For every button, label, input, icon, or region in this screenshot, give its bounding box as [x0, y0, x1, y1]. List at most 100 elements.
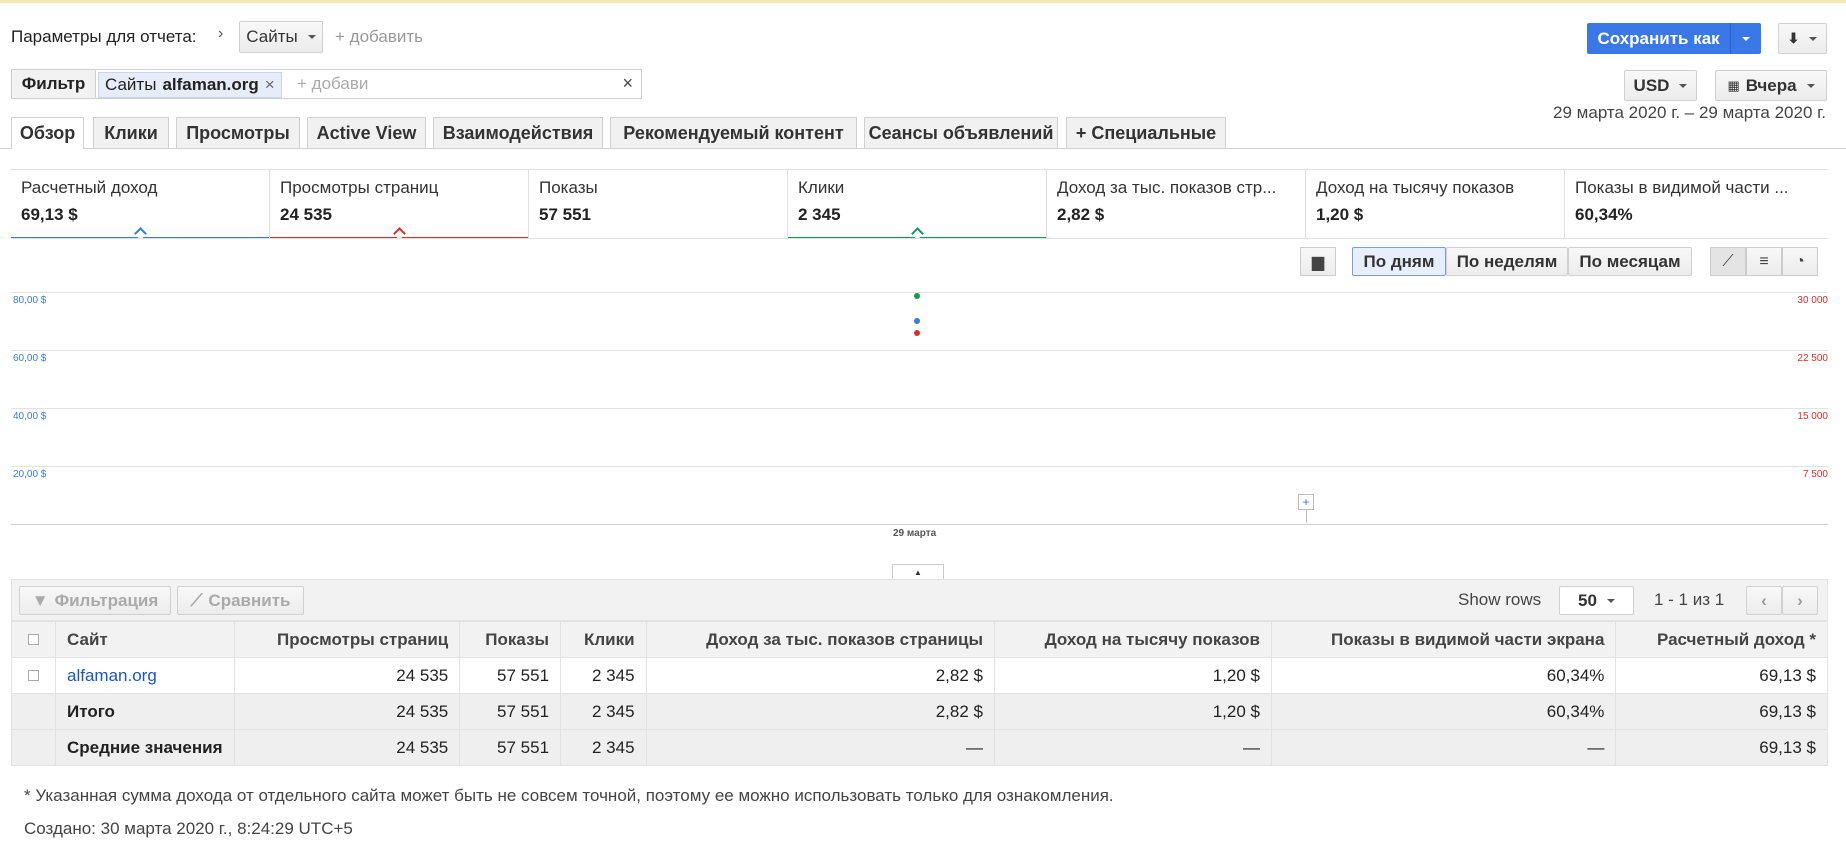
metric-card-viewability[interactable]: Показы в видимой части ... 60,34%	[1565, 169, 1828, 239]
select-all-checkbox[interactable]	[28, 633, 39, 645]
collapse-chart-handle[interactable]: ▲	[892, 564, 944, 579]
top-accent-line	[0, 0, 1846, 3]
site-cell: alfaman.org	[55, 657, 235, 694]
tab-overview[interactable]: Обзор	[11, 117, 84, 149]
table-cell: —	[645, 729, 995, 766]
tab-active-view[interactable]: Active View	[307, 117, 426, 148]
col-header-revenue[interactable]: Расчетный доход *	[1615, 621, 1828, 658]
next-page-button[interactable]: ›	[1782, 586, 1818, 615]
chevron-down-icon	[1679, 83, 1688, 88]
table-cell: 2 345	[560, 729, 647, 766]
save-as-menu-button[interactable]	[1730, 23, 1761, 54]
footnote: * Указанная сумма дохода от отдельного с…	[24, 786, 1114, 805]
table-cell: 57 551	[459, 729, 562, 766]
table-cell: 24 535	[233, 693, 461, 730]
by-day-button[interactable]: По дням	[1352, 247, 1446, 276]
table-cell: 24 535	[233, 657, 461, 694]
data-point-clicks	[914, 293, 920, 299]
granularity-toggle[interactable]: По дням По неделям По месяцам	[1352, 247, 1692, 276]
metric-title: Показы	[539, 178, 598, 197]
chevron-right-icon: ›	[218, 25, 224, 42]
gridline	[11, 466, 1828, 467]
metric-card-pageviews[interactable]: Просмотры страниц 24 535	[270, 169, 529, 240]
table-total-row: Итого 24 535 57 551 2 345 2,82 $ 1,20 $ …	[11, 693, 1828, 730]
metric-value: 2,82 $	[1057, 205, 1105, 224]
tab-interactions[interactable]: Взаимодействия	[433, 117, 603, 148]
tab-custom[interactable]: + Специальные	[1066, 117, 1226, 148]
download-button[interactable]: ⬇	[1778, 23, 1827, 54]
created-timestamp: Создано: 30 марта 2020 г., 8:24:29 UTC+5	[24, 819, 353, 838]
row-select-cell[interactable]	[11, 657, 56, 694]
funnel-icon: ▼	[31, 590, 49, 610]
metric-card-page-rpm[interactable]: Доход за тыс. показов стр... 2,82 $	[1047, 169, 1306, 239]
bar-chart-icon[interactable]: ≡	[1746, 247, 1782, 276]
report-table: Сайт Просмотры страниц Показы Клики Дохо…	[11, 621, 1828, 766]
add-dimension-link[interactable]: + добавить	[335, 27, 423, 47]
left-axis-tick: 60,00 $	[13, 353, 47, 364]
select-all-cell[interactable]	[11, 621, 56, 658]
table-cell: 2,82 $	[645, 693, 995, 730]
table-cell: 57 551	[459, 693, 562, 730]
pie-chart-icon[interactable]: ◔	[1782, 247, 1818, 276]
compare-button[interactable]: ⟋ Сравнить	[177, 586, 304, 615]
by-month-button[interactable]: По месяцам	[1568, 247, 1692, 276]
chevron-down-icon	[1809, 36, 1818, 41]
tab-clicks[interactable]: Клики	[93, 117, 169, 148]
calendar-icon: ▦	[1727, 77, 1740, 93]
annotation-icon[interactable]: ▆	[1300, 247, 1336, 276]
col-header-site[interactable]: Сайт	[55, 621, 235, 658]
table-header-row: Сайт Просмотры страниц Показы Клики Дохо…	[11, 621, 1828, 658]
save-as-button[interactable]: Сохранить как	[1587, 23, 1730, 54]
by-week-button[interactable]: По неделям	[1446, 247, 1568, 276]
empty-cell	[11, 693, 56, 730]
col-header-viewability[interactable]: Показы в видимой части экрана	[1270, 621, 1617, 658]
tabs-baseline	[0, 148, 1846, 149]
filter-chip[interactable]: Сайты alfaman.org ×	[98, 72, 282, 98]
save-as-button-group[interactable]: Сохранить как	[1587, 23, 1761, 54]
currency-dropdown[interactable]: USD	[1624, 70, 1697, 101]
tab-views[interactable]: Просмотры	[176, 117, 300, 148]
site-link[interactable]: alfaman.org	[67, 666, 157, 685]
add-annotation-icon[interactable]: +	[1298, 494, 1314, 510]
row-checkbox[interactable]	[28, 669, 39, 681]
right-axis-tick: 7 500	[1802, 469, 1828, 480]
clear-filter-icon[interactable]: ×	[622, 73, 633, 94]
right-axis-tick: 30 000	[1797, 295, 1828, 306]
table-cell: 69,13 $	[1615, 657, 1828, 694]
table-cell: 1,20 $	[993, 693, 1272, 730]
empty-cell	[11, 729, 56, 766]
filter-rows-button[interactable]: ▼ Фильтрация	[19, 586, 171, 615]
table-cell: 1,20 $	[993, 657, 1272, 694]
x-axis-label: 29 марта	[893, 528, 937, 539]
table-cell: 2,82 $	[645, 657, 995, 694]
params-label: Параметры для отчета:	[11, 27, 197, 46]
metric-card-revenue[interactable]: Расчетный доход 69,13 $	[11, 169, 270, 240]
col-header-impressions[interactable]: Показы	[459, 621, 562, 658]
date-preset-dropdown[interactable]: ▦ Вчера	[1715, 70, 1827, 101]
metric-card-clicks[interactable]: Клики 2 345	[788, 169, 1047, 240]
tab-recommended-content[interactable]: Рекомендуемый контент	[610, 117, 857, 148]
prev-page-button[interactable]: ‹	[1746, 586, 1782, 615]
tab-ad-sessions[interactable]: Сеансы объявлений	[864, 117, 1058, 148]
col-header-impression-rpm[interactable]: Доход на тысячу показов	[993, 621, 1272, 658]
col-header-clicks[interactable]: Клики	[560, 621, 647, 658]
table-cell: 57 551	[459, 657, 562, 694]
metric-card-impression-rpm[interactable]: Доход на тысячу показов 1,20 $	[1306, 169, 1565, 239]
col-header-pageviews[interactable]: Просмотры страниц	[233, 621, 461, 658]
line-chart-icon[interactable]: ⟋	[1710, 247, 1746, 276]
metric-value: 1,20 $	[1316, 205, 1364, 224]
table-cell: 60,34%	[1270, 693, 1617, 730]
filter-label: Фильтр	[12, 70, 96, 98]
annotation-stem	[1306, 510, 1307, 523]
sites-dropdown[interactable]: Сайты	[239, 21, 323, 53]
metric-card-impressions[interactable]: Показы 57 551	[529, 169, 788, 239]
date-preset-label: Вчера	[1745, 75, 1797, 95]
remove-chip-icon[interactable]: ×	[265, 75, 275, 95]
filter-bar[interactable]: Фильтр Сайты alfaman.org × + добави ×	[11, 69, 642, 99]
chevron-down-icon	[1742, 36, 1751, 41]
table-cell: 24 535	[233, 729, 461, 766]
filter-add-input[interactable]: + добави	[297, 74, 368, 94]
col-header-page-rpm[interactable]: Доход за тыс. показов страницы	[645, 621, 995, 658]
rows-per-page-select[interactable]: 50	[1559, 586, 1634, 615]
filter-chip-value: alfaman.org	[162, 75, 259, 94]
